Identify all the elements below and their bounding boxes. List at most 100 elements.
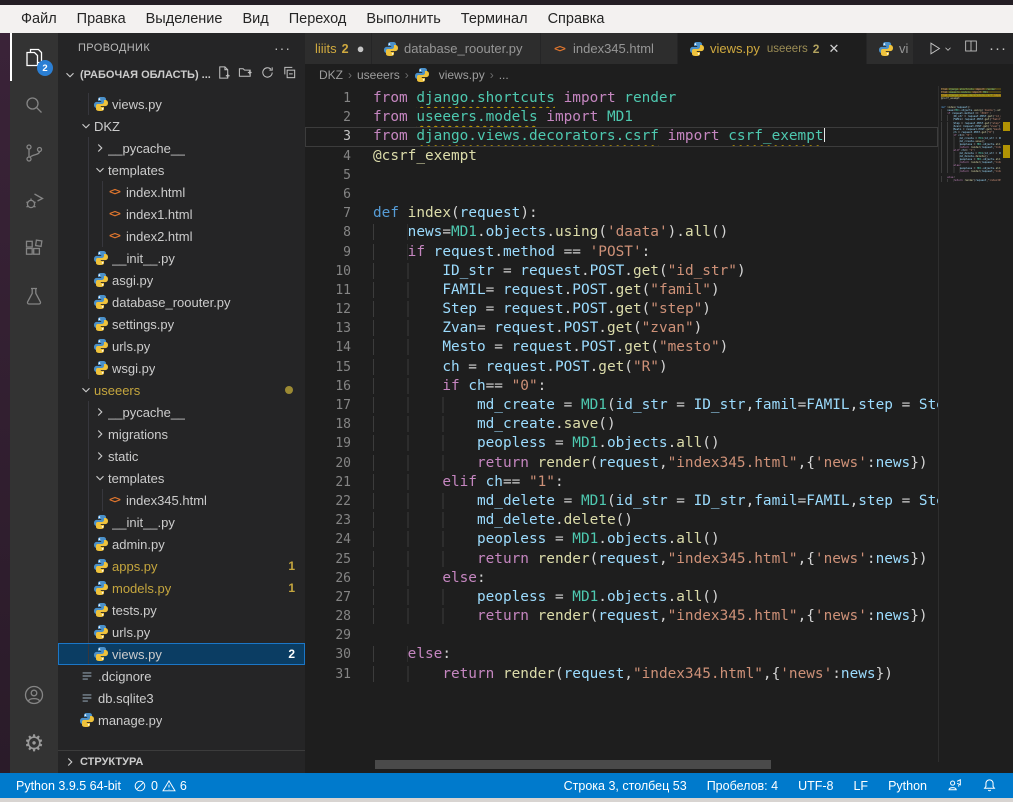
code-line-31[interactable]: 31 return render(request,"index345.html"… (305, 665, 938, 684)
line-number[interactable]: 19 (305, 434, 373, 453)
menu-item[interactable]: Терминал (452, 8, 537, 30)
tab-vi[interactable]: vi (867, 33, 913, 64)
tree-file-asgi.py[interactable]: asgi.py (58, 269, 305, 291)
breadcrumb-item[interactable]: ... (499, 68, 509, 82)
tree-file-__init__.py[interactable]: __init__.py (58, 247, 305, 269)
minimap[interactable]: from django.shortcuts import renderfrom … (941, 88, 1001, 388)
indentation-status[interactable]: Пробелов: 4 (701, 779, 784, 793)
menu-item[interactable]: Выделение (137, 8, 232, 30)
code-line-6[interactable]: 6 (305, 185, 938, 204)
tree-folder-DKZ[interactable]: DKZ (58, 115, 305, 137)
code-line-26[interactable]: 26 else: (305, 569, 938, 588)
line-number[interactable]: 16 (305, 377, 373, 396)
code-line-2[interactable]: 2from useeers.models import MD1 (305, 108, 938, 127)
tree-file-models.py[interactable]: models.py1 (58, 577, 305, 599)
tree-file-views.py[interactable]: views.py (58, 93, 305, 115)
language-mode-status[interactable]: Python (882, 779, 933, 793)
code-line-7[interactable]: 7def index(request): (305, 204, 938, 223)
line-number[interactable]: 13 (305, 319, 373, 338)
line-number[interactable]: 25 (305, 550, 373, 569)
menu-item[interactable]: Переход (280, 8, 356, 30)
more-actions-button[interactable]: ··· (989, 40, 1007, 57)
code-line-4[interactable]: 4@csrf_exempt (305, 147, 938, 166)
line-number[interactable]: 29 (305, 626, 373, 645)
line-number[interactable]: 8 (305, 223, 373, 242)
python-interpreter-status[interactable]: Python 3.9.5 64-bit (10, 779, 127, 793)
line-number[interactable]: 14 (305, 338, 373, 357)
tab-index345.html[interactable]: <>index345.html (541, 33, 677, 64)
outline-section-header[interactable]: СТРУКТУРА (58, 750, 305, 773)
tree-file-db.sqlite3[interactable]: db.sqlite3 (58, 687, 305, 709)
menu-item[interactable]: Вид (233, 8, 277, 30)
tree-file-apps.py[interactable]: apps.py1 (58, 555, 305, 577)
tree-folder-migrations[interactable]: migrations (58, 423, 305, 445)
feedback-icon[interactable] (941, 778, 968, 793)
line-number[interactable]: 3 (305, 127, 373, 146)
refresh-icon[interactable] (260, 65, 275, 85)
code-line-20[interactable]: 20 return render(request,"index345.html"… (305, 454, 938, 473)
code-line-3[interactable]: 3from django.views.decorators.csrf impor… (305, 127, 938, 146)
tree-folder-templates[interactable]: templates (58, 467, 305, 489)
bell-icon[interactable] (976, 778, 1003, 793)
source-control-activity-icon[interactable] (10, 129, 58, 177)
run-debug-activity-icon[interactable] (10, 177, 58, 225)
code-line-12[interactable]: 12 Step = request.POST.get("step") (305, 300, 938, 319)
breadcrumb-item[interactable]: DKZ (319, 68, 343, 82)
encoding-status[interactable]: UTF-8 (792, 779, 839, 793)
line-number[interactable]: 30 (305, 645, 373, 664)
menu-item[interactable]: Справка (539, 8, 614, 30)
line-number[interactable]: 24 (305, 530, 373, 549)
line-number[interactable]: 23 (305, 511, 373, 530)
code-line-11[interactable]: 11 FAMIL= request.POST.get("famil") (305, 281, 938, 300)
split-editor-button[interactable] (963, 38, 979, 59)
code-line-14[interactable]: 14 Mesto = request.POST.get("mesto") (305, 338, 938, 357)
line-number[interactable]: 28 (305, 607, 373, 626)
account-icon[interactable] (10, 671, 58, 719)
dirty-dot-icon[interactable]: ● (357, 41, 365, 56)
tab-liiits[interactable]: liiits2● (305, 33, 371, 64)
tree-file-settings.py[interactable]: settings.py (58, 313, 305, 335)
code-editor[interactable]: 1from django.shortcuts import render2fro… (305, 86, 938, 765)
code-line-5[interactable]: 5 (305, 166, 938, 185)
new-folder-icon[interactable] (238, 65, 253, 85)
code-line-13[interactable]: 13 Zvan= request.POST.get("zvan") (305, 319, 938, 338)
close-icon[interactable]: ✕ (828, 41, 839, 57)
line-number[interactable]: 1 (305, 89, 373, 108)
tree-file-index345.html[interactable]: <>index345.html (58, 489, 305, 511)
line-number[interactable]: 21 (305, 473, 373, 492)
line-number[interactable]: 15 (305, 358, 373, 377)
cursor-position-status[interactable]: Строка 3, столбец 53 (558, 779, 693, 793)
tree-folder-__pycache__[interactable]: __pycache__ (58, 401, 305, 423)
code-line-10[interactable]: 10 ID_str = request.POST.get("id_str") (305, 262, 938, 281)
horizontal-scrollbar-thumb[interactable] (375, 760, 771, 769)
settings-icon[interactable]: ⚙ (10, 719, 58, 767)
line-number[interactable]: 27 (305, 588, 373, 607)
search-activity-icon[interactable] (10, 81, 58, 129)
code-line-15[interactable]: 15 ch = request.POST.get("R") (305, 358, 938, 377)
tree-folder-templates[interactable]: templates (58, 159, 305, 181)
code-line-29[interactable]: 29 (305, 626, 938, 645)
code-line-19[interactable]: 19 peopless = MD1.objects.all() (305, 434, 938, 453)
line-number[interactable]: 2 (305, 108, 373, 127)
line-number[interactable]: 26 (305, 569, 373, 588)
line-number[interactable]: 10 (305, 262, 373, 281)
code-line-23[interactable]: 23 md_delete.delete() (305, 511, 938, 530)
workspace-section-header[interactable]: (РАБОЧАЯ ОБЛАСТЬ) ... (58, 63, 305, 87)
tree-file-urls.py[interactable]: urls.py (58, 621, 305, 643)
eol-status[interactable]: LF (847, 779, 874, 793)
tab-views.py[interactable]: views.pyuseeers2✕ (678, 33, 866, 64)
tree-file-index1.html[interactable]: <>index1.html (58, 203, 305, 225)
problems-status[interactable]: 0 6 (127, 779, 193, 793)
tree-file-.dcignore[interactable]: .dcignore (58, 665, 305, 687)
tree-folder-useeers[interactable]: useeers (58, 379, 305, 401)
breadcrumb[interactable]: DKZ›useeers›views.py›... (305, 64, 1013, 86)
line-number[interactable]: 18 (305, 415, 373, 434)
line-number[interactable]: 31 (305, 665, 373, 684)
line-number[interactable]: 9 (305, 243, 373, 262)
code-line-17[interactable]: 17 md_create = MD1(id_str = ID_str,famil… (305, 396, 938, 415)
code-line-22[interactable]: 22 md_delete = MD1(id_str = ID_str,famil… (305, 492, 938, 511)
tree-file-index2.html[interactable]: <>index2.html (58, 225, 305, 247)
collapse-all-icon[interactable] (282, 65, 297, 85)
breadcrumb-item[interactable]: views.py (439, 68, 485, 82)
line-number[interactable]: 6 (305, 185, 373, 204)
